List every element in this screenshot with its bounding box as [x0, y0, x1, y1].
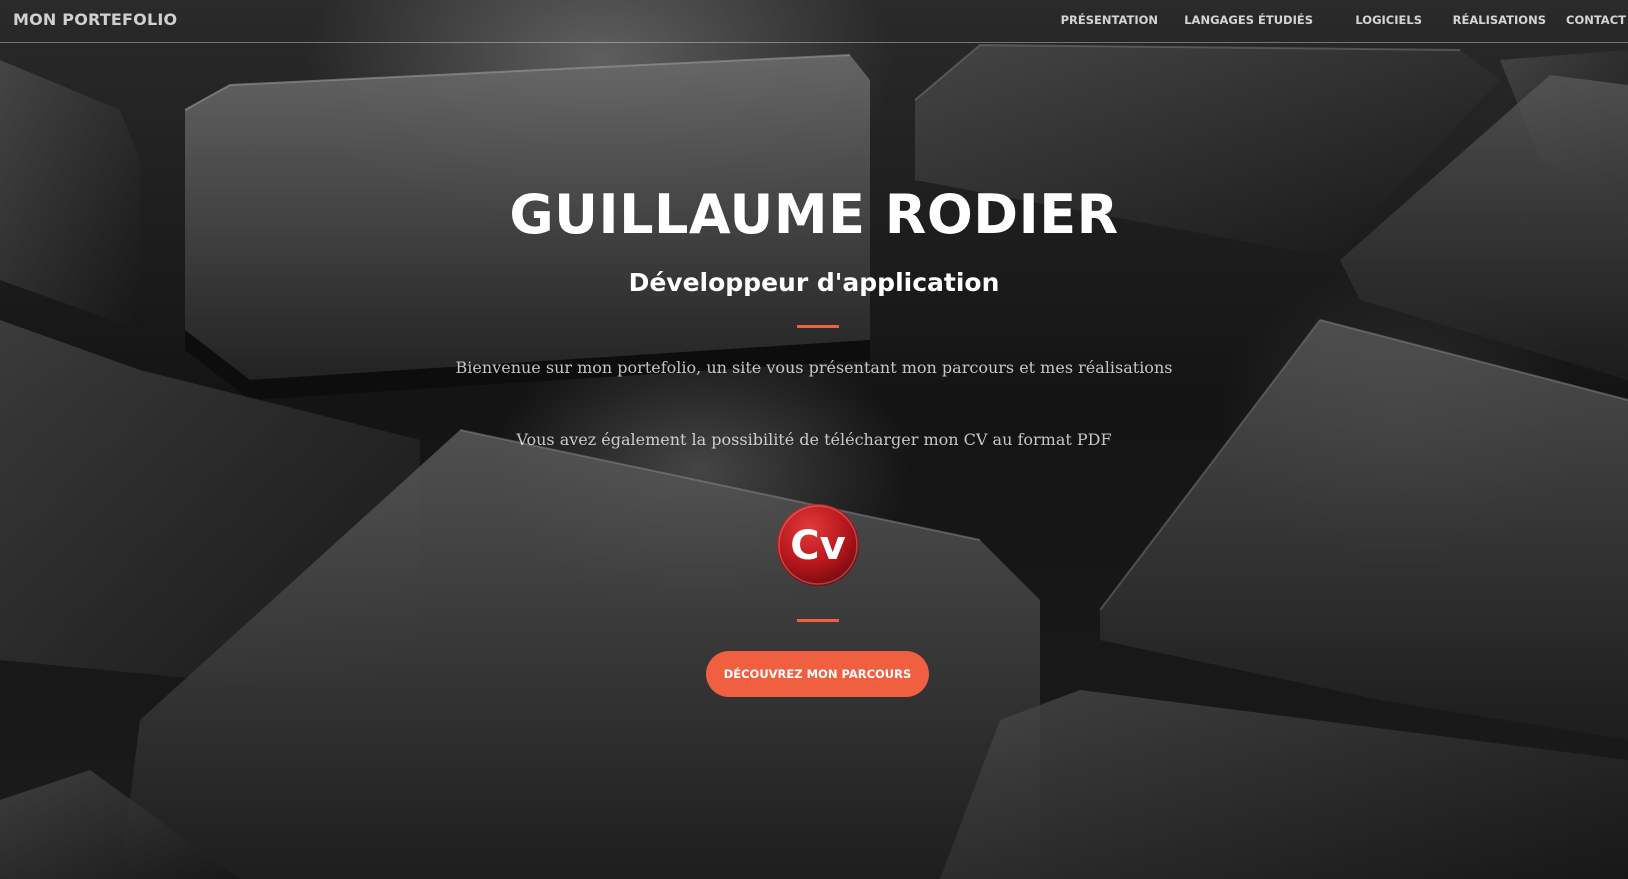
cv-icon-text: Cv [790, 523, 845, 569]
brand-logo[interactable]: MON PORTEFOLIO [13, 10, 177, 29]
nav-item-logiciels[interactable]: LOGICIELS [1355, 13, 1422, 27]
accent-divider-top [797, 325, 839, 328]
cv-icon: Cv [777, 504, 859, 586]
cv-download-link[interactable]: Cv [776, 502, 860, 588]
nav-item-presentation[interactable]: PRÉSENTATION [1061, 13, 1158, 27]
nav-item-realisations[interactable]: RÉALISATIONS [1453, 13, 1546, 27]
nav-item-langages[interactable]: LANGAGES ÉTUDIÉS [1184, 13, 1313, 27]
accent-divider-bottom [797, 619, 839, 622]
welcome-text: Bienvenue sur mon portefolio, un site vo… [455, 358, 1173, 377]
nav-item-contact[interactable]: CONTACT [1566, 13, 1626, 27]
page-subtitle: Développeur d'application [628, 268, 1000, 297]
discover-journey-button[interactable]: DÉCOUVREZ MON PARCOURS [706, 651, 929, 697]
page-title: GUILLAUME RODIER [509, 183, 1119, 246]
navbar: MON PORTEFOLIO PRÉSENTATION LANGAGES ÉTU… [0, 0, 1628, 43]
cv-download-text: Vous avez également la possibilité de té… [516, 430, 1112, 449]
